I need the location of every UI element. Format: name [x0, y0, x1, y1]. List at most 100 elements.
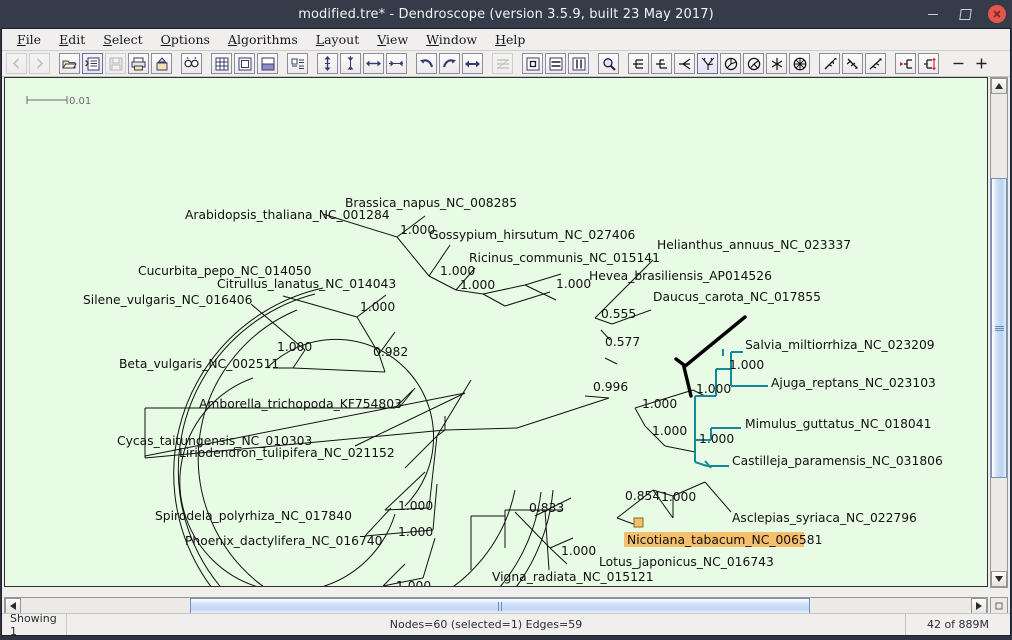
find-button[interactable]	[181, 53, 202, 74]
vertical-scroll-thumb[interactable]	[991, 178, 1007, 478]
open-file-button[interactable]	[59, 53, 80, 74]
forward-button[interactable]	[29, 53, 50, 74]
split-window-button[interactable]	[257, 53, 278, 74]
format-nodes-button[interactable]	[287, 53, 308, 74]
back-button[interactable]	[6, 53, 27, 74]
toolbar-separator	[309, 53, 316, 74]
contract-vertical-button[interactable]	[340, 53, 361, 74]
menu-help[interactable]: Help	[486, 30, 534, 50]
export-image-button[interactable]	[151, 53, 172, 74]
swap-subtree-icon	[846, 57, 860, 71]
taxon-label[interactable]: Silene_vulgaris_NC_016406	[83, 293, 253, 307]
radial-cladogram-button[interactable]	[766, 53, 787, 74]
slanted-phylogram-button[interactable]	[697, 53, 718, 74]
menu-select[interactable]: Select	[94, 30, 151, 50]
zoom-fit-button[interactable]	[522, 53, 543, 74]
taxon-label[interactable]: Beta_vulgaris_NC_002511	[119, 357, 279, 371]
zoom-button[interactable]	[598, 53, 619, 74]
scroll-right-button[interactable]	[971, 598, 987, 614]
support-value: 1.000	[398, 499, 433, 513]
single-window-button[interactable]	[234, 53, 255, 74]
fit-height-button[interactable]	[545, 53, 566, 74]
expand-vertical-button[interactable]	[317, 53, 338, 74]
toolbar-separator	[514, 53, 521, 74]
taxon-label[interactable]: Amborella_trichopoda_KF754803	[199, 397, 402, 411]
taxon-label[interactable]: Ajuga_reptans_NC_023103	[771, 376, 936, 390]
collapse-node-button[interactable]	[895, 53, 916, 74]
open-list-button[interactable]	[82, 53, 103, 74]
vertical-scrollbar[interactable]	[990, 77, 1008, 588]
taxon-label[interactable]: Ricinus_communis_NC_015141	[469, 251, 660, 265]
selected-taxon-label[interactable]: Nicotiana_tabacum_NC_006581	[627, 533, 822, 547]
split-window-icon	[261, 57, 275, 71]
redo-button[interactable]	[439, 53, 460, 74]
maximize-button[interactable]	[956, 5, 974, 23]
uncollapse-node-button[interactable]	[918, 53, 939, 74]
menu-algorithms[interactable]: Algorithms	[219, 30, 307, 50]
menu-layout[interactable]: Layout	[307, 30, 368, 50]
menu-window[interactable]: Window	[417, 30, 486, 50]
rectangular-cladogram-button[interactable]	[628, 53, 649, 74]
circular-phylogram-button[interactable]	[743, 53, 764, 74]
scroll-down-button[interactable]	[991, 571, 1007, 587]
expand-horizontal-button[interactable]	[363, 53, 384, 74]
print-button[interactable]	[128, 53, 149, 74]
toolbar-separator	[811, 53, 818, 74]
taxon-label[interactable]: Phoenix_dactylifera_NC_016740	[185, 534, 382, 548]
rectangular-cladogram-icon	[632, 57, 646, 71]
grid-layout-button[interactable]	[211, 53, 232, 74]
scroll-up-button[interactable]	[991, 78, 1007, 94]
tree-canvas[interactable]: 0.01	[4, 77, 988, 587]
taxon-label[interactable]: Daucus_carota_NC_017855	[653, 290, 821, 304]
menu-edit[interactable]: Edit	[50, 30, 94, 50]
undo-button[interactable]	[416, 53, 437, 74]
taxon-label[interactable]: Lotus_japonicus_NC_016743	[599, 555, 774, 569]
chevron-up-icon	[995, 83, 1003, 89]
close-button[interactable]	[988, 5, 1006, 23]
taxon-label[interactable]: Vigna_radiata_NC_015121	[492, 570, 654, 584]
taxon-label[interactable]: Asclepias_syriaca_NC_022796	[732, 511, 917, 525]
status-nodes-info: Nodes=60 (selected=1) Edges=59	[67, 614, 906, 635]
swap-button[interactable]	[462, 53, 483, 74]
circular-cladogram-button[interactable]	[720, 53, 741, 74]
flatten-button[interactable]	[492, 53, 513, 74]
horizontal-scroll-thumb[interactable]	[190, 598, 810, 614]
ladderize-button[interactable]	[865, 53, 886, 74]
find-icon	[184, 57, 199, 70]
swap-subtree-button[interactable]	[842, 53, 863, 74]
save-button[interactable]	[105, 53, 126, 74]
menu-view[interactable]: View	[368, 30, 417, 50]
zoom-out-button[interactable]	[948, 53, 969, 74]
support-value: 0.833	[529, 501, 564, 515]
menu-options[interactable]: Options	[152, 30, 219, 50]
radial-phylogram-button[interactable]	[789, 53, 810, 74]
reroot-icon	[823, 57, 837, 71]
expand-horizontal-icon	[366, 58, 381, 69]
reroot-button[interactable]	[819, 53, 840, 74]
support-value: 1.000	[556, 277, 591, 291]
scale-bar: 0.01	[27, 96, 91, 107]
taxon-label[interactable]: Spirodela_polyrhiza_NC_017840	[155, 509, 352, 523]
rectangular-phylogram-button[interactable]	[651, 53, 672, 74]
fit-width-button[interactable]	[568, 53, 589, 74]
menu-file[interactable]: File	[8, 30, 50, 50]
back-icon	[10, 57, 23, 70]
support-value: 1.000	[360, 300, 395, 314]
taxon-label[interactable]: Gossypium_hirsutum_NC_027406	[429, 228, 636, 242]
taxon-label[interactable]: Cucurbita_pepo_NC_014050	[138, 264, 311, 278]
selected-node-marker[interactable]	[634, 518, 643, 527]
taxon-label[interactable]: Salvia_miltiorrhiza_NC_023209	[745, 338, 935, 352]
taxon-label[interactable]: Castilleja_paramensis_NC_031806	[732, 454, 943, 468]
status-memory[interactable]: 42 of 889M	[906, 614, 1010, 635]
open-list-icon	[85, 57, 100, 71]
taxon-label[interactable]: Arabidopsis_thaliana_NC_001284	[185, 208, 390, 222]
slanted-cladogram-button[interactable]	[674, 53, 695, 74]
taxon-label[interactable]: Citrullus_lanatus_NC_014043	[217, 277, 396, 291]
taxon-label[interactable]: Helianthus_annuus_NC_023337	[657, 238, 851, 252]
taxon-label[interactable]: Mimulus_guttatus_NC_018041	[745, 417, 931, 431]
minimize-button[interactable]	[924, 5, 942, 23]
zoom-in-button[interactable]	[971, 53, 992, 74]
taxon-label[interactable]: Hevea_brasiliensis_AP014526	[589, 269, 772, 283]
taxon-label[interactable]: Liriodendron_tulipifera_NC_021152	[179, 446, 395, 460]
contract-horizontal-button[interactable]	[386, 53, 407, 74]
